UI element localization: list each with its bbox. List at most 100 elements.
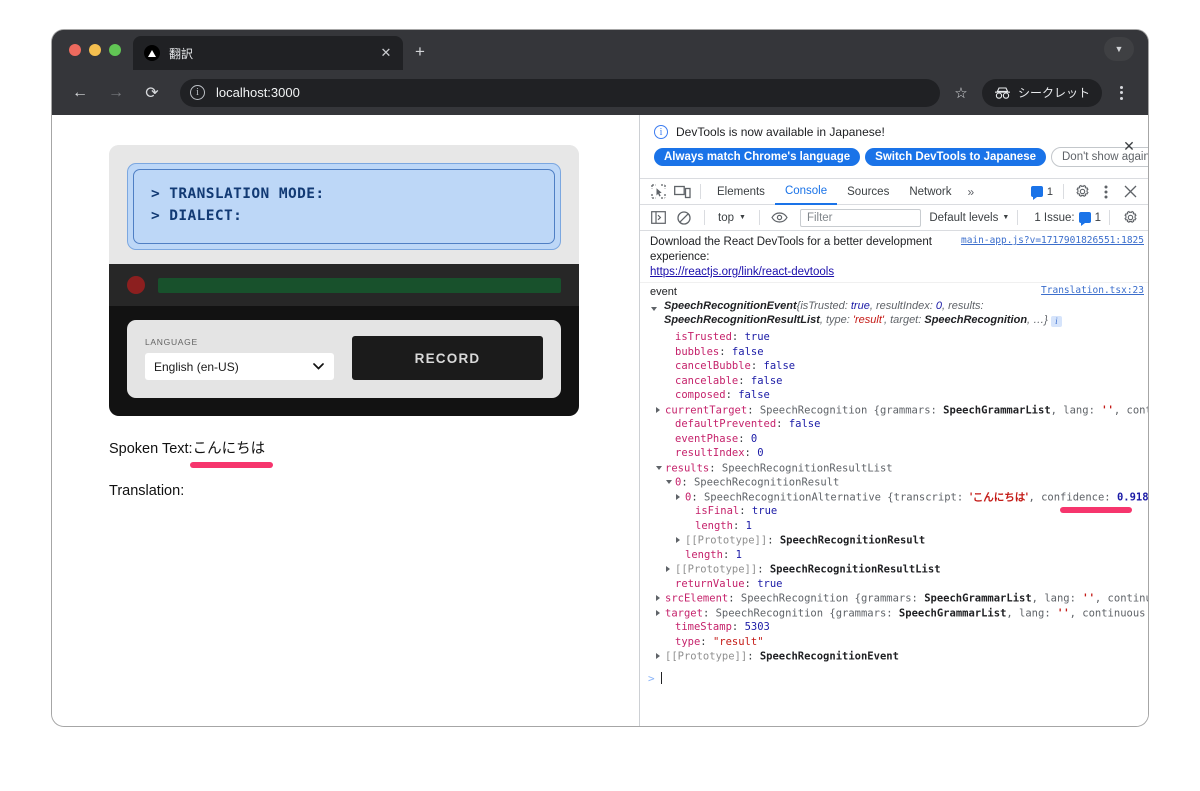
browser-tab[interactable]: 翻訳 ✕: [133, 36, 403, 70]
device-toolbar-icon[interactable]: [670, 181, 694, 203]
screen-line-translation-mode: > TRANSLATION MODE:: [151, 186, 325, 202]
property-separator: :: [739, 505, 752, 517]
console-filter-input[interactable]: Filter: [799, 208, 922, 227]
issues-indicator[interactable]: 1 Issue: 1: [1026, 211, 1101, 226]
close-devtools-icon[interactable]: [1118, 181, 1142, 203]
back-button[interactable]: ←: [66, 79, 94, 107]
audio-level-meter: [158, 277, 561, 293]
property-value: 1: [735, 548, 742, 561]
browser-viewport: > TRANSLATION MODE: > DIALECT: LANGUAGE: [52, 115, 1148, 726]
property-row[interactable]: target: SpeechRecognition {grammars: Spe…: [640, 606, 1148, 621]
p3v: SpeechRecognitionResultList: [664, 314, 820, 326]
property-value: 0: [750, 432, 758, 445]
property-key: [[Prototype]]: [665, 650, 748, 663]
clear-console-icon[interactable]: [672, 207, 696, 229]
console-sidebar-toggle-icon[interactable]: [646, 207, 670, 229]
property-row: type: "result": [640, 635, 1148, 650]
event-object-header[interactable]: SpeechRecognitionEvent{isTrusted: true, …: [650, 299, 1148, 327]
console-output[interactable]: main-app.js?v=1717901826551:1825 Downloa…: [640, 231, 1148, 726]
expand-triangle-icon[interactable]: [666, 562, 675, 577]
property-row[interactable]: [[Prototype]]: SpeechRecognitionEvent: [640, 649, 1148, 664]
property-value: 5303: [744, 621, 770, 633]
bookmark-star-icon[interactable]: ☆: [948, 80, 974, 106]
expand-triangle-icon[interactable]: [656, 403, 665, 418]
execution-context-select[interactable]: top ▼: [713, 212, 751, 224]
console-prompt[interactable]: >: [640, 664, 1148, 685]
tab-elements[interactable]: Elements: [707, 179, 775, 205]
property-row[interactable]: 0: SpeechRecognitionAlternative {transcr…: [640, 490, 1148, 505]
property-separator: :: [681, 476, 694, 489]
property-row[interactable]: srcElement: SpeechRecognition {grammars:…: [640, 591, 1148, 606]
property-value: true: [757, 577, 783, 590]
incognito-indicator[interactable]: シークレット: [981, 78, 1102, 107]
property-value: false: [738, 389, 770, 401]
close-banner-icon[interactable]: ✕: [1120, 137, 1138, 155]
inspect-element-icon[interactable]: [646, 181, 670, 203]
close-window-button[interactable]: [69, 44, 81, 56]
address-bar[interactable]: i localhost:3000: [180, 78, 940, 107]
text-caret: [660, 672, 662, 684]
property-row[interactable]: 0: SpeechRecognitionResult: [640, 475, 1148, 490]
language-select[interactable]: English (en-US): [145, 353, 334, 380]
language-group: LANGUAGE English (en-US): [145, 337, 334, 380]
tab-sources[interactable]: Sources: [837, 179, 899, 205]
property-row[interactable]: results: SpeechRecognitionResultList: [640, 461, 1148, 476]
devtools-language-banner: i DevTools is now available in Japanese!…: [640, 115, 1148, 178]
property-row[interactable]: [[Prototype]]: SpeechRecognitionResult: [640, 533, 1148, 548]
collapse-triangle-icon[interactable]: [666, 475, 675, 490]
console-settings-gear-icon[interactable]: [1118, 207, 1142, 229]
message-count-badge[interactable]: 1: [1027, 186, 1057, 200]
always-match-language-button[interactable]: Always match Chrome's language: [654, 148, 861, 166]
expand-triangle-icon[interactable]: [676, 533, 685, 548]
info-badge-icon[interactable]: i: [1050, 316, 1062, 327]
settings-gear-icon[interactable]: [1070, 181, 1094, 203]
property-row: cancelBubble: false: [640, 359, 1148, 374]
p4v: 'result': [852, 314, 884, 326]
collapse-triangle-icon[interactable]: [656, 461, 665, 476]
address-bar-url: localhost:3000: [216, 85, 300, 100]
pink-highlight-mark: [1060, 507, 1132, 513]
issues-count: 1: [1094, 211, 1101, 224]
browser-menu-icon[interactable]: [1108, 78, 1134, 108]
property-value: false: [731, 345, 764, 358]
tab-search-chevron-down-icon[interactable]: ▼: [1104, 37, 1134, 61]
site-info-icon[interactable]: i: [190, 85, 205, 100]
expand-triangle-icon[interactable]: [656, 606, 665, 621]
console-message-react-devtools: main-app.js?v=1717901826551:1825 Downloa…: [640, 233, 1148, 283]
p2: , resultIndex:: [869, 300, 936, 312]
expand-triangle-icon[interactable]: [656, 591, 665, 606]
source-link[interactable]: Translation.tsx:23: [1041, 285, 1144, 296]
property-row[interactable]: currentTarget: SpeechRecognition {gramma…: [640, 403, 1148, 418]
react-devtools-link[interactable]: https://reactjs.org/link/react-devtools: [650, 265, 978, 280]
minimize-window-button[interactable]: [89, 44, 101, 56]
new-tab-button[interactable]: +: [409, 41, 431, 63]
property-key: defaultPrevented: [675, 418, 777, 430]
more-tabs-icon[interactable]: »: [962, 185, 981, 199]
chevron-down-icon: ▼: [739, 214, 746, 221]
property-separator: :: [719, 345, 732, 358]
property-row[interactable]: [[Prototype]]: SpeechRecognitionResultLi…: [640, 562, 1148, 577]
reload-button[interactable]: ⟳: [138, 79, 166, 107]
expand-triangle-icon[interactable]: [676, 490, 685, 505]
log-levels-select[interactable]: Default levels ▼: [929, 212, 1009, 224]
expand-triangle-icon[interactable]: [656, 649, 665, 664]
devtools-menu-icon[interactable]: [1094, 181, 1118, 203]
forward-button[interactable]: →: [102, 79, 130, 107]
switch-to-japanese-button[interactable]: Switch DevTools to Japanese: [865, 148, 1046, 166]
live-expression-eye-icon[interactable]: [768, 207, 792, 229]
close-tab-icon[interactable]: ✕: [376, 43, 396, 63]
record-button[interactable]: RECORD: [352, 336, 543, 380]
pink-highlight-mark: [190, 462, 273, 468]
property-value: SpeechRecognitionResult: [779, 534, 926, 547]
tab-console[interactable]: Console: [774, 179, 838, 205]
tab-network[interactable]: Network: [899, 179, 961, 205]
source-link[interactable]: main-app.js?v=1717901826551:1825: [961, 235, 1144, 246]
language-select-value: English (en-US): [154, 359, 239, 374]
property-row: defaultPrevented: false: [640, 417, 1148, 432]
p6: , …}: [1027, 314, 1048, 326]
maximize-window-button[interactable]: [109, 44, 121, 56]
property-separator: :: [757, 563, 770, 576]
property-separator: :: [776, 418, 789, 430]
property-separator: :: [700, 635, 713, 648]
object-property-tree[interactable]: isTrusted: true bubbles: false cancelBubbl…: [640, 329, 1148, 664]
